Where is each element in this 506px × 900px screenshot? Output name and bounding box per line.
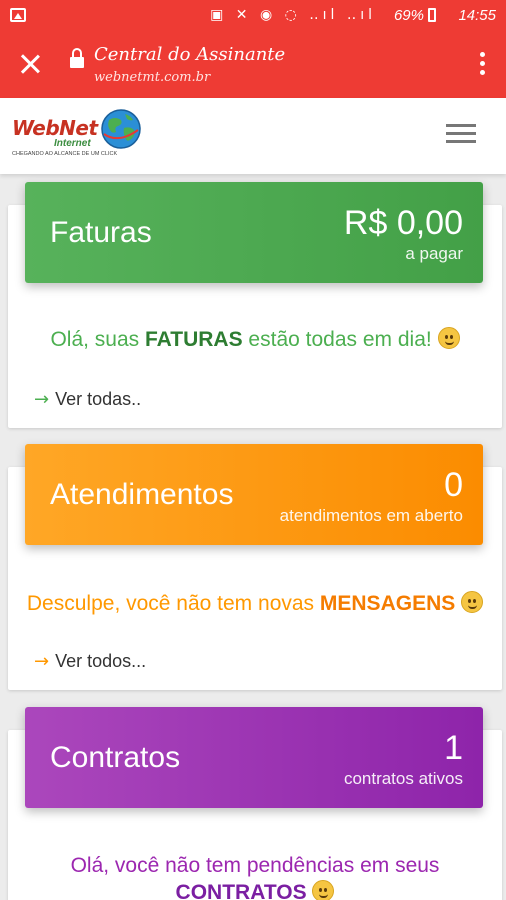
- atendimentos-card-header[interactable]: Atendimentos 0 atendimentos em aberto: [25, 444, 483, 545]
- atendimentos-see-all-link[interactable]: → Ver todos...: [34, 651, 146, 672]
- arrow-right-icon: →: [34, 651, 50, 672]
- atendimentos-keyword: MENSAGENS: [319, 592, 456, 615]
- clock: 14:55: [458, 7, 496, 24]
- lock-icon[interactable]: [70, 48, 84, 68]
- grinning-face-icon: [312, 880, 335, 900]
- battery-percentage: 69%: [393, 7, 424, 24]
- site-header: WebNet Internet CHEGANDO AO ALCANCE DE U…: [0, 98, 506, 174]
- logo-subtitle: Internet: [54, 138, 91, 149]
- contratos-count: 1: [444, 729, 463, 767]
- atendimentos-message: Desculpe, você não tem novas MENSAGENS: [8, 590, 502, 617]
- page-url: webnetmt.com.br: [94, 70, 211, 85]
- atendimentos-count: 0: [444, 466, 463, 504]
- faturas-message: Olá, suas FATURAS estão todas em dia!: [8, 326, 502, 353]
- webnet-logo[interactable]: WebNet Internet CHEGANDO AO ALCANCE DE U…: [8, 106, 142, 162]
- slightly-smiling-face-icon: [461, 591, 484, 613]
- logo-slogan: CHEGANDO AO ALCANCE DE UM CLICK: [12, 151, 118, 157]
- winking-face-icon: [437, 327, 460, 349]
- contratos-card-header[interactable]: Contratos 1 contratos ativos: [25, 707, 483, 808]
- atendimentos-title: Atendimentos: [50, 478, 234, 511]
- contratos-title: Contratos: [50, 741, 181, 774]
- globe-icon: [101, 109, 141, 149]
- atendimentos-count-label: atendimentos em aberto: [279, 506, 463, 525]
- contratos-message: Olá, você não tem pendências em seus CONT…: [8, 852, 502, 900]
- faturas-amount: R$ 0,00: [343, 204, 463, 242]
- menu-icon[interactable]: [446, 124, 476, 144]
- faturas-see-all-link[interactable]: → Ver todas..: [34, 389, 141, 410]
- close-icon[interactable]: [18, 52, 42, 76]
- gallery-notification-icon: [10, 8, 26, 22]
- logo-wordmark: WebNet: [12, 116, 98, 140]
- contratos-count-label: contratos ativos: [343, 769, 463, 788]
- faturas-amount-label: a pagar: [405, 244, 463, 263]
- faturas-card-header[interactable]: Faturas R$ 0,00 a pagar: [25, 182, 483, 283]
- more-options-icon[interactable]: [480, 52, 486, 76]
- contratos-keyword: CONTRATOS: [175, 881, 307, 900]
- arrow-right-icon: →: [34, 389, 50, 410]
- status-bar: ▣ ✕ ◉ ◌ ‥ıl ‥ıl 69% 14:55: [0, 0, 506, 32]
- battery-icon: [428, 8, 436, 22]
- status-icons: ▣ ✕ ◉ ◌ ‥ıl ‥ıl: [210, 7, 376, 23]
- browser-toolbar: Central do Assinante webnetmt.com.br: [0, 32, 506, 98]
- faturas-title: Faturas: [50, 216, 152, 249]
- faturas-keyword: FATURAS: [144, 328, 243, 351]
- page-title: Central do Assinante: [94, 44, 286, 65]
